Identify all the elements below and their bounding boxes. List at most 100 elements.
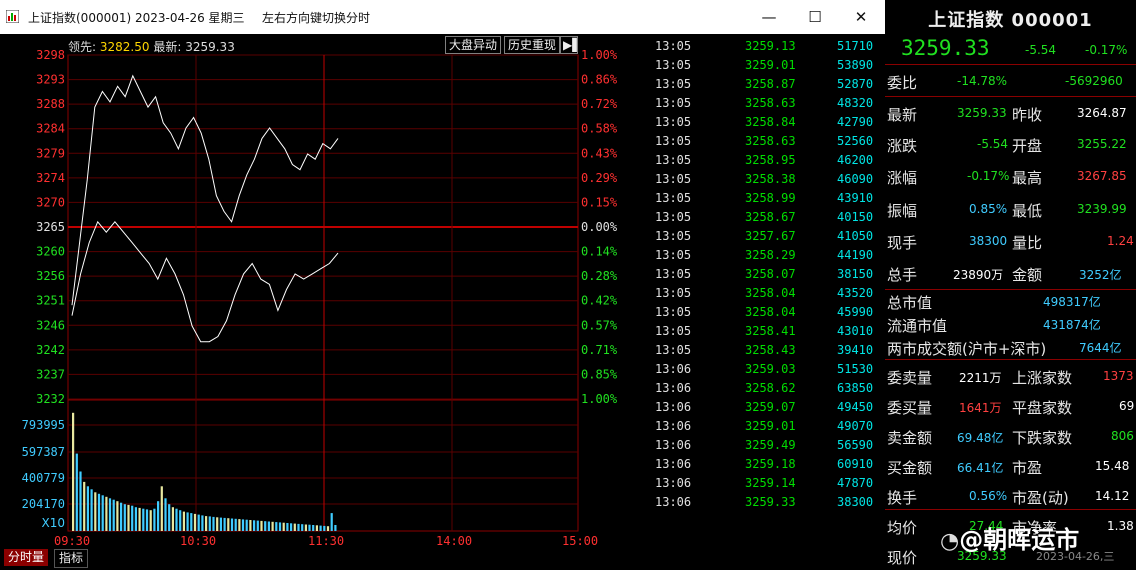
tick-time: 13:05 — [655, 343, 692, 357]
latest-label: 最新 — [887, 106, 918, 124]
volume-bar — [179, 510, 182, 531]
tick-time: 13:05 — [655, 153, 692, 167]
tick-time: 13:05 — [655, 248, 692, 262]
market-alert-button[interactable]: 大盘异动 — [445, 36, 502, 54]
price-change-pct: -0.17% — [1085, 43, 1128, 57]
tick-volume: 53890 — [837, 58, 874, 72]
amp-label: 振幅 — [887, 202, 918, 220]
tick-volume: 38300 — [837, 495, 874, 509]
volume-bar — [142, 508, 145, 531]
buy-vol-label: 委买量 — [887, 399, 933, 417]
tick-volume: 52560 — [837, 134, 874, 148]
stat-row: 总手 23890万 金额 3252亿 — [885, 257, 1136, 287]
minimize-button[interactable]: — — [746, 0, 792, 34]
y-tick-right: 0.58% — [581, 122, 618, 136]
tick-time: 13:05 — [655, 286, 692, 300]
tick-row: 13:06 3259.07 49450 — [655, 397, 885, 416]
tick-time: 13:05 — [655, 210, 692, 224]
volume-bar — [315, 525, 318, 531]
two-mkt-label: 两市成交额(沪市+深市) — [887, 340, 1047, 358]
volume-bar — [108, 498, 112, 532]
y-tick-left: 3293 — [36, 73, 65, 87]
chgpct-label: 涨幅 — [887, 169, 918, 187]
open-label: 开盘 — [1012, 137, 1043, 155]
high: 3267.85 — [1077, 169, 1127, 183]
tick-time: 13:05 — [655, 305, 692, 319]
chart-frame — [67, 54, 579, 532]
y-tick-right: 1.00% — [581, 48, 618, 62]
volume-bar — [219, 517, 222, 531]
cur-vol-label: 现手 — [887, 234, 918, 252]
tick-row: 13:06 3259.49 56590 — [655, 435, 885, 454]
volume-bar — [267, 521, 270, 531]
high-label: 最高 — [1012, 169, 1043, 187]
tick-row: 13:06 3258.62 63850 — [655, 378, 885, 397]
y-tick-right: 0.85% — [581, 367, 618, 381]
tick-volume: 49070 — [837, 419, 874, 433]
tick-price: 3258.62 — [745, 381, 796, 395]
intraday-chart[interactable]: 3298 1.00% 3293 0.86% 3288 0.72% 3284 0.58% 3279… — [0, 0, 640, 567]
tick-volume: 63850 — [837, 381, 874, 395]
tick-price: 3258.67 — [745, 210, 796, 224]
tick-row: 13:06 3259.33 38300 — [655, 492, 885, 511]
tick-time: 13:06 — [655, 400, 692, 414]
x-tick-label: 15:00 — [562, 534, 598, 548]
volume-bar — [264, 521, 267, 531]
maximize-icon: ☐ — [808, 8, 822, 26]
tick-volume: 40150 — [837, 210, 874, 224]
volume-bar — [304, 524, 307, 532]
volume-bar — [101, 495, 104, 531]
tick-price: 3259.33 — [745, 495, 796, 509]
chart-header: 领先: 3282.50 最新: 3259.33 — [68, 38, 235, 55]
volume-bar — [186, 512, 189, 531]
y-tick-left: 3288 — [36, 97, 65, 111]
volume-bar — [160, 486, 163, 531]
total-mv-label: 总市值 — [887, 294, 933, 312]
index-name: 上证指数 000001 — [928, 10, 1093, 31]
tick-row: 13:05 3258.04 43520 — [655, 283, 885, 302]
y-tick-left: 3284 — [36, 122, 65, 136]
tick-time: 13:05 — [655, 134, 692, 148]
tick-price: 3259.07 — [745, 400, 796, 414]
total-vol: 23890万 — [953, 268, 1004, 282]
y-tick-right: 0.14% — [581, 245, 618, 259]
tick-time: 13:05 — [655, 324, 692, 338]
tick-volume: 47870 — [837, 476, 874, 490]
tick-price: 3258.95 — [745, 153, 796, 167]
tick-time: 13:05 — [655, 191, 692, 205]
prev-close-label: 昨收 — [1012, 106, 1043, 124]
stat-row: 卖金额 69.48亿 下跌家数 806 — [885, 420, 1136, 450]
playback-icon[interactable]: ▶▌ — [560, 36, 581, 54]
stat-row: 流通市值 431874亿 — [885, 313, 1136, 336]
tick-row: 13:05 3258.87 52870 — [655, 74, 885, 93]
buy-vol: 1641万 — [959, 401, 1002, 415]
volume-bar — [271, 521, 274, 531]
volume-bar — [201, 515, 204, 531]
tick-time: 13:06 — [655, 438, 692, 452]
y-tick-right: 0.43% — [581, 146, 618, 160]
x-tick-label: 11:30 — [308, 534, 344, 548]
stat-row: 总市值 498317亿 — [885, 290, 1136, 313]
sell-vol: 2211万 — [959, 371, 1002, 385]
maximize-button[interactable]: ☐ — [792, 0, 838, 34]
volume-bar — [256, 520, 259, 531]
volume-bar — [112, 499, 115, 531]
float-mv: 431874亿 — [1043, 318, 1101, 332]
stat-row: 两市成交额(沪市+深市) 7644亿 — [885, 336, 1136, 359]
tick-price: 3258.84 — [745, 115, 796, 129]
y-tick-left: 3260 — [36, 245, 65, 259]
close-button[interactable]: ✕ — [838, 0, 884, 34]
tick-volume: 60910 — [837, 457, 874, 471]
tick-volume: 52870 — [837, 77, 874, 91]
amount: 3252亿 — [1079, 268, 1122, 282]
chg-label: 涨跌 — [887, 137, 918, 155]
history-replay-button[interactable]: 历史重现 — [504, 36, 561, 54]
volume-bar — [290, 523, 293, 531]
total-mv: 498317亿 — [1043, 295, 1101, 309]
tab-indicator[interactable]: 指标 — [54, 549, 89, 568]
volume-bar — [216, 517, 219, 531]
tick-price: 3258.07 — [745, 267, 796, 281]
tick-time: 13:06 — [655, 495, 692, 509]
tab-minute-volume[interactable]: 分时量 — [4, 549, 49, 566]
volume-bar — [134, 507, 137, 531]
